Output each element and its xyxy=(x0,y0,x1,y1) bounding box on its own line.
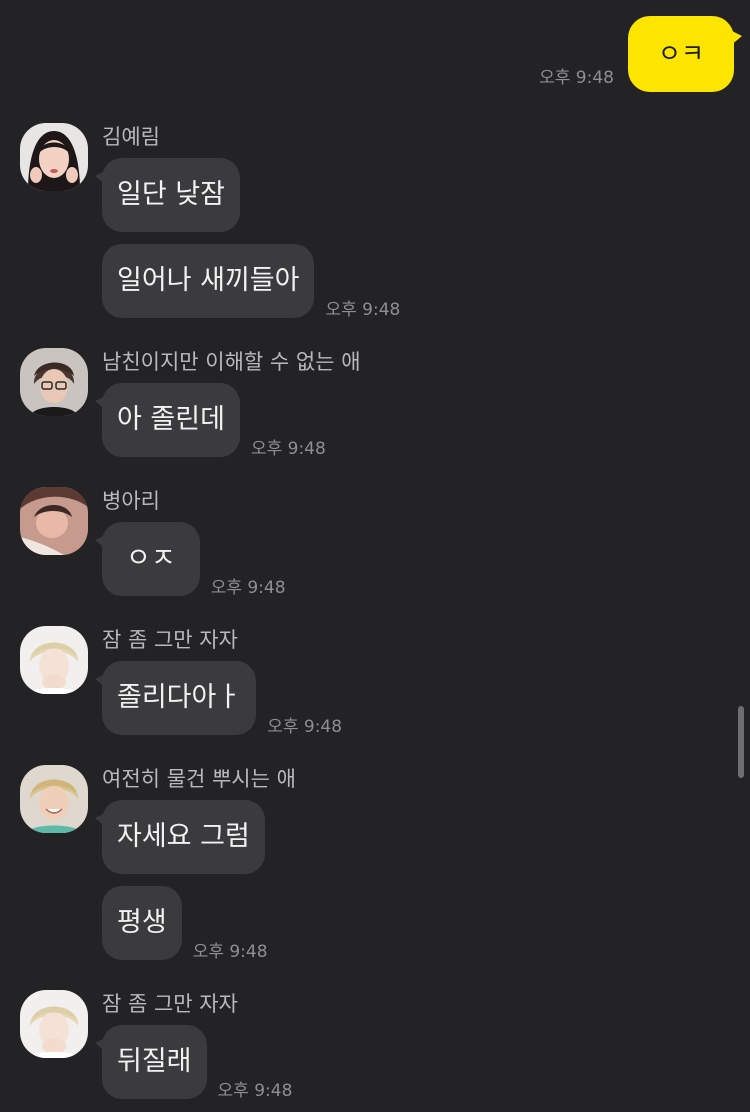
avatar-icon[interactable] xyxy=(20,348,88,416)
sender-name: 잠 좀 그만 자자 xyxy=(102,992,238,1016)
message-time: 오후 9:48 xyxy=(217,1081,293,1101)
outgoing-message: 오후 9:48 ㅇㅋ xyxy=(539,16,743,92)
message-time: 오후 9:48 xyxy=(539,68,614,88)
sender-name: 남친이지만 이해할 수 없는 애 xyxy=(102,350,361,374)
message-time: 오후 9:48 xyxy=(267,717,343,737)
message-row: 아 졸린데 오후 9:48 xyxy=(95,383,326,459)
avatar-icon[interactable] xyxy=(20,487,88,555)
message-row: 자세요 그럼 xyxy=(95,800,265,874)
message-bubble[interactable]: ㅇㅈ xyxy=(95,522,200,596)
sender-name: 병아리 xyxy=(102,489,160,513)
scrollbar[interactable] xyxy=(738,706,744,778)
message-bubble[interactable]: 일어나 새끼들아 xyxy=(102,244,315,318)
avatar-icon[interactable] xyxy=(20,626,88,694)
message-time: 오후 9:48 xyxy=(250,439,326,459)
message-bubble[interactable]: 뒤질래 xyxy=(95,1025,207,1099)
sender-name: 김예림 xyxy=(102,125,160,149)
outgoing-bubble[interactable]: ㅇㅋ xyxy=(627,16,743,92)
sender-name: 잠 좀 그만 자자 xyxy=(102,628,238,652)
message-time: 오후 9:48 xyxy=(325,300,401,320)
message-time: 오후 9:48 xyxy=(192,942,268,962)
message-row: 일어나 새끼들아 오후 9:48 xyxy=(102,244,401,320)
message-bubble[interactable]: 졸리다아ㅏ xyxy=(94,661,257,735)
message-row: 뒤질래 오후 9:48 xyxy=(95,1025,293,1101)
avatar-icon[interactable] xyxy=(20,990,88,1058)
message-row: 평생 오후 9:48 xyxy=(102,886,268,962)
avatar-icon[interactable] xyxy=(20,123,88,191)
message-bubble[interactable]: 자세요 그럼 xyxy=(95,800,265,874)
message-bubble[interactable]: 일단 낮잠 xyxy=(95,158,240,232)
avatar-icon[interactable] xyxy=(20,765,88,833)
message-row: ㅇㅈ 오후 9:48 xyxy=(95,522,286,598)
message-row: 졸리다아ㅏ 오후 9:48 xyxy=(94,661,343,737)
message-row: 일단 낮잠 xyxy=(95,158,240,232)
chat-room: 오후 9:48 ㅇㅋ 김예림 일단 낮잠 일어나 새끼들아 오후 9:48 남친… xyxy=(0,0,750,1112)
message-bubble[interactable]: 아 졸린데 xyxy=(95,383,240,457)
message-time: 오후 9:48 xyxy=(210,578,286,598)
message-bubble[interactable]: 평생 xyxy=(102,886,182,960)
sender-name: 여전히 물건 뿌시는 애 xyxy=(102,767,296,791)
